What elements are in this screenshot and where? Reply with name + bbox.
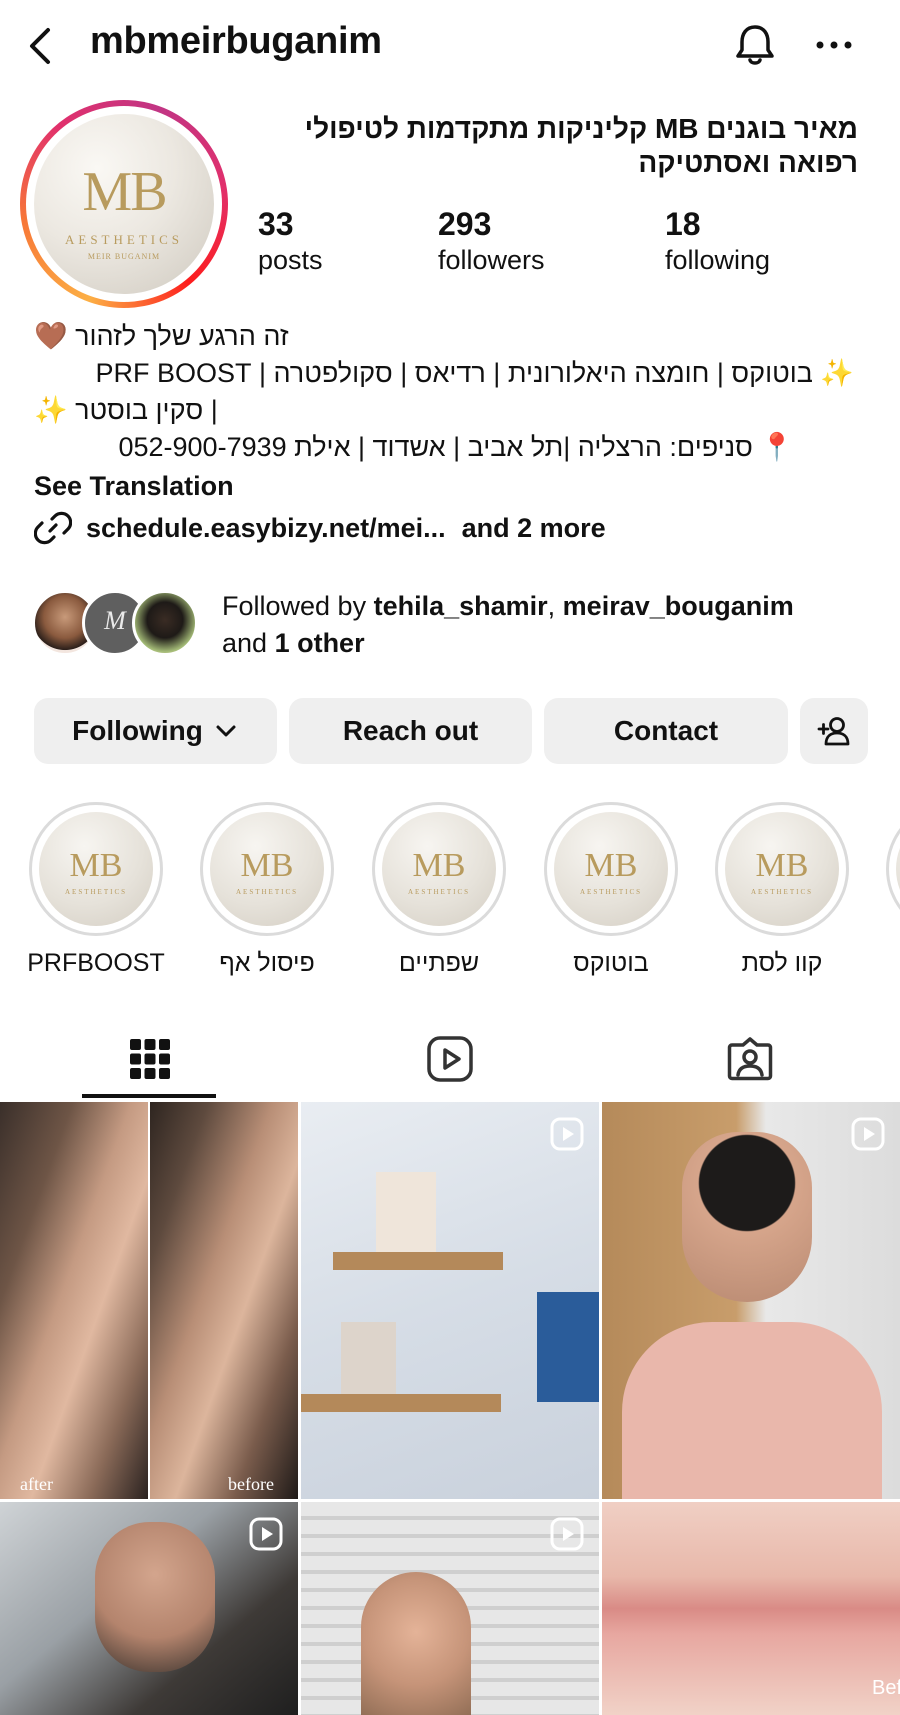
- pink-shirt: [622, 1322, 882, 1499]
- notifications-button[interactable]: [730, 20, 780, 70]
- more-horizontal-icon: [816, 41, 852, 49]
- see-translation-link[interactable]: See Translation: [34, 466, 874, 506]
- svg-text:MB: MB: [241, 847, 294, 884]
- highlight-jawline[interactable]: MB AESTHETICS קוו לסת: [707, 800, 857, 978]
- post-thumbnail-1[interactable]: after before: [0, 1102, 298, 1499]
- bio-link[interactable]: schedule.easybizy.net/mei... and 2 more: [34, 508, 874, 548]
- svg-text:MB: MB: [70, 847, 123, 884]
- story-highlights: MB AESTHETICS PRFBOOST MB AESTHETICS פיסול…: [0, 800, 900, 980]
- mb-logo-icon: MB AESTHETICS: [408, 847, 470, 896]
- more-options-button[interactable]: [812, 30, 856, 60]
- reels-icon: [427, 1036, 473, 1082]
- followers-others[interactable]: 1 other: [275, 628, 365, 658]
- following-stat[interactable]: 18 following: [665, 205, 770, 277]
- chevron-down-icon: [216, 725, 236, 737]
- highlight-nose-sculpting[interactable]: MB AESTHETICS פיסול אף: [192, 800, 342, 978]
- following-button[interactable]: Following: [34, 698, 277, 764]
- reel-badge-icon: [851, 1117, 885, 1151]
- posts-grid: after before Bef: [0, 1102, 900, 1715]
- svg-text:AESTHETICS: AESTHETICS: [65, 888, 127, 896]
- highlight-cover: [896, 812, 900, 926]
- poster: [537, 1292, 599, 1402]
- highlight-cover: MB AESTHETICS: [382, 812, 496, 926]
- highlight-partial[interactable]: [878, 800, 900, 936]
- profile-display-name: מאיר בוגנים MB קליניקות מתקדמות לטיפולי …: [304, 113, 858, 178]
- follower-avatar-3: [132, 590, 198, 656]
- active-tab-indicator: [82, 1094, 216, 1098]
- bell-icon: [736, 25, 774, 65]
- bio-link-more[interactable]: and 2 more: [462, 508, 606, 548]
- followers-stat[interactable]: 293 followers: [438, 205, 545, 277]
- reach-out-button[interactable]: Reach out: [289, 698, 532, 764]
- reel-badge-icon: [550, 1117, 584, 1151]
- profile-username: mbmeirbuganim: [90, 20, 382, 62]
- shelf: [301, 1394, 501, 1412]
- svg-text:AESTHETICS: AESTHETICS: [236, 888, 298, 896]
- svg-text:MB: MB: [413, 847, 466, 884]
- profile-actions: Following Reach out Contact: [34, 698, 868, 764]
- profile-stats: 33 posts 293 followers 18 following: [258, 205, 878, 285]
- reel-badge-icon: [550, 1517, 584, 1551]
- tab-posts-grid[interactable]: [0, 1018, 300, 1100]
- post-thumbnail-6[interactable]: Bef: [602, 1502, 900, 1715]
- bio-line-4: 📍 סניפים: הרצליה |תל אביב | אשדוד | אילת…: [118, 432, 794, 462]
- highlight-cover: MB AESTHETICS: [39, 812, 153, 926]
- follower-username-2[interactable]: meirav_bouganim: [563, 591, 794, 621]
- mb-logo-icon: MB AESTHETICS: [236, 847, 298, 896]
- top-bar: mbmeirbuganim: [0, 0, 900, 92]
- bio-line-2: ✨ בוטוקס | חומצה היאלורונית | רדיאס | סק…: [95, 358, 854, 388]
- highlight-cover: MB AESTHETICS: [554, 812, 668, 926]
- link-icon: [34, 511, 72, 545]
- bio-line-3: | סקין בוסטר ✨: [34, 395, 218, 425]
- svg-text:M: M: [103, 606, 127, 635]
- bio-link-url[interactable]: schedule.easybizy.net/mei...: [86, 508, 446, 548]
- person-face: [682, 1132, 812, 1302]
- before-photo: [150, 1102, 298, 1499]
- mb-logo-icon: MB AESTHETICS: [65, 847, 127, 896]
- tagged-icon: [727, 1037, 773, 1081]
- followed-by-text: Followed by tehila_shamir, meirav_bougan…: [222, 591, 794, 658]
- post-thumbnail-4[interactable]: [0, 1502, 298, 1715]
- shelf: [333, 1252, 503, 1270]
- content-tabs: [0, 1018, 900, 1100]
- svg-text:MB: MB: [756, 847, 809, 884]
- grid-icon: [130, 1039, 170, 1079]
- highlight-prfboost[interactable]: MB AESTHETICS PRFBOOST: [21, 800, 171, 978]
- after-photo: [0, 1102, 148, 1499]
- back-button[interactable]: [22, 24, 62, 68]
- post-thumbnail-5[interactable]: [301, 1502, 599, 1715]
- contact-button[interactable]: Contact: [544, 698, 788, 764]
- reel-badge-icon: [249, 1517, 283, 1551]
- chevron-left-icon: [30, 28, 50, 64]
- follower-username-1[interactable]: tehila_shamir: [374, 591, 548, 621]
- svg-text:AESTHETICS: AESTHETICS: [751, 888, 813, 896]
- profile-avatar[interactable]: MB AESTHETICS MEIR BUGANIM: [20, 100, 228, 308]
- tab-reels[interactable]: [300, 1018, 600, 1100]
- bio-line-1: זה הרגע שלך לזהור 🤎: [34, 321, 289, 351]
- person-face: [95, 1522, 215, 1672]
- mb-logo-icon: MB AESTHETICS: [580, 847, 642, 896]
- svg-text:MB: MB: [585, 847, 638, 884]
- add-person-icon: [817, 717, 850, 746]
- svg-text:AESTHETICS: AESTHETICS: [580, 888, 642, 896]
- highlight-cover: MB AESTHETICS: [210, 812, 324, 926]
- post-thumbnail-3[interactable]: [602, 1102, 900, 1499]
- mb-logo-icon: MB AESTHETICS: [751, 847, 813, 896]
- avatar-logo-image: MB AESTHETICS MEIR BUGANIM: [34, 114, 214, 294]
- tab-tagged[interactable]: [600, 1018, 900, 1100]
- followed-by[interactable]: M Followed by tehila_shamir, meirav_boug…: [32, 588, 882, 658]
- profile-bio: זה הרגע שלך לזהור 🤎 ✨ בוטוקס | חומצה היא…: [34, 318, 874, 548]
- svg-text:AESTHETICS: AESTHETICS: [408, 888, 470, 896]
- person-face: [361, 1572, 471, 1715]
- highlight-botox[interactable]: MB AESTHETICS בוטוקס: [536, 800, 686, 978]
- post-thumbnail-2[interactable]: [301, 1102, 599, 1499]
- add-friend-button[interactable]: [800, 698, 868, 764]
- posts-stat[interactable]: 33 posts: [258, 205, 323, 277]
- highlight-cover: MB AESTHETICS: [725, 812, 839, 926]
- highlight-lips[interactable]: MB AESTHETICS שפתיים: [364, 800, 514, 978]
